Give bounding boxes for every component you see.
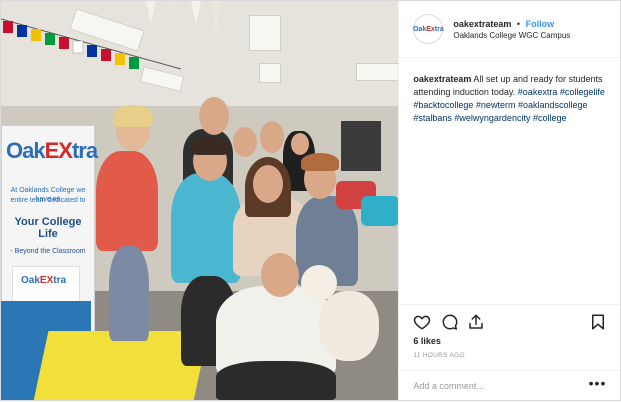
banner-subtitle: - Beyond the Classroom	[10, 248, 86, 255]
hashtag[interactable]: #stalbans	[413, 113, 452, 123]
post-location[interactable]: Oaklands College WGC Campus	[453, 31, 570, 40]
post-caption: oakextrateam All set up and ready for st…	[413, 73, 609, 125]
guide-dog	[319, 291, 379, 361]
hashtag[interactable]: #welwyngardencity	[454, 113, 530, 123]
post-timestamp[interactable]: 11 HOURS AGO	[413, 352, 465, 359]
post-side-panel: Oak Ex tra oakextrateam • Follow Oaklands …	[398, 1, 621, 402]
hashtag[interactable]: #collegelife	[560, 87, 605, 97]
person-head	[260, 121, 284, 153]
instagram-post: OakEXtra At Oaklands College we have an …	[0, 0, 621, 401]
teal-chair	[361, 196, 399, 226]
hashtag[interactable]: #oaklandscollege	[518, 100, 588, 110]
post-actions: 6 likes 11 HOURS AGO Add a comment... ••…	[399, 304, 621, 402]
banner-logo: OakEXtra	[6, 138, 98, 163]
person-blue-hoodie	[171, 173, 241, 283]
ceiling-light	[259, 63, 281, 83]
ceiling-light	[249, 15, 281, 51]
person-head	[199, 97, 229, 135]
person-head	[233, 127, 257, 157]
account-avatar[interactable]: Oak Ex tra	[413, 14, 444, 44]
share-icon[interactable]	[467, 313, 485, 336]
caption-username[interactable]: oakextrateam	[413, 74, 471, 84]
banner-lower-logo: OakEXtra	[21, 275, 67, 286]
ceiling-light	[356, 63, 399, 81]
hashtag[interactable]: #newterm	[476, 100, 516, 110]
hashtag[interactable]: #oakextra	[518, 87, 558, 97]
hanging-decorations	[146, 1, 221, 36]
post-photo[interactable]: OakEXtra At Oaklands College we have an …	[1, 1, 399, 400]
comment-icon[interactable]	[441, 313, 459, 336]
like-count[interactable]: 6 likes	[413, 336, 441, 346]
comment-box: Add a comment... •••	[399, 370, 621, 402]
more-options-icon[interactable]: •••	[589, 375, 607, 391]
hashtag[interactable]: #backtocollege	[413, 100, 473, 110]
heart-icon[interactable]	[413, 313, 431, 336]
post-header: Oak Ex tra oakextrateam • Follow Oaklands …	[399, 1, 620, 58]
follow-button[interactable]: Follow	[526, 19, 555, 29]
person-head	[261, 253, 299, 297]
banner-headline: Your College Life	[14, 216, 82, 240]
monitor	[341, 121, 381, 171]
person-jeans	[109, 246, 149, 341]
hashtag[interactable]: #college	[533, 113, 567, 123]
banner-line2: entire team dedicated to	[10, 197, 86, 204]
dog-head	[301, 265, 337, 301]
comment-input[interactable]: Add a comment...	[413, 381, 484, 391]
person-red-top	[96, 151, 158, 251]
bookmark-icon[interactable]	[589, 313, 607, 336]
account-username[interactable]: oakextrateam	[453, 19, 511, 29]
separator-dot: •	[516, 18, 521, 29]
